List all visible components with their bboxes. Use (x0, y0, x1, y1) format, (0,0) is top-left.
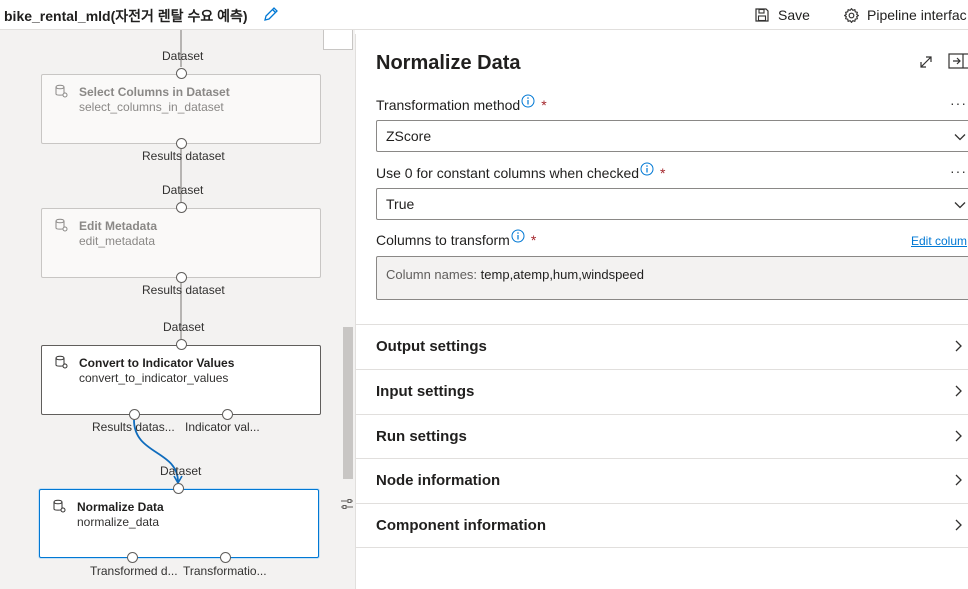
node-convert-to-indicator-values[interactable]: Convert to Indicator Values convert_to_i… (41, 345, 321, 415)
pipeline-title: bike_rental_mld(자전거 렌탈 수요 예측) (4, 8, 248, 24)
properties-panel: Normalize Data Transformation method * ·… (355, 34, 968, 589)
section-label: Node information (376, 472, 501, 489)
expand-icon[interactable] (918, 54, 934, 70)
info-icon[interactable] (521, 94, 535, 108)
panel-title: Normalize Data (376, 52, 521, 74)
floppy-disk-icon (755, 8, 769, 22)
constant-columns-text: Use 0 for constant columns when checked (376, 165, 640, 181)
more-options-icon[interactable]: ··· (950, 95, 967, 111)
chevron-right-icon (955, 519, 962, 531)
output-port[interactable] (222, 409, 233, 420)
port-label-input: Dataset (163, 320, 205, 334)
chevron-right-icon (955, 474, 962, 486)
pipeline-canvas[interactable]: Dataset Select Columns in Dataset select… (0, 30, 355, 589)
info-icon[interactable] (640, 162, 654, 176)
transformation-method-label: Transformation method * (376, 94, 547, 113)
columns-display: Column names: temp,atemp,hum,windspeed (376, 256, 968, 300)
constant-columns-dropdown[interactable]: True (376, 188, 968, 220)
section-input-settings[interactable]: Input settings (356, 369, 968, 414)
columns-to-transform-label: Columns to transform * (376, 229, 537, 248)
transformation-method-text: Transformation method (376, 97, 521, 113)
component-icon (55, 84, 68, 98)
port-label-output: Results dataset (142, 149, 225, 163)
columns-text: Column names: temp,atemp,hum,windspeed (386, 267, 644, 282)
section-label: Component information (376, 517, 546, 534)
section-output-settings[interactable]: Output settings (356, 324, 968, 369)
required-mark: * (660, 165, 666, 181)
section-run-settings[interactable]: Run settings (356, 414, 968, 459)
gear-icon (844, 7, 859, 23)
transformation-method-dropdown[interactable]: ZScore (376, 120, 968, 152)
pipeline-interface-label: Pipeline interfac (867, 7, 967, 23)
node-subtitle: convert_to_indicator_values (79, 371, 229, 385)
top-bar: bike_rental_mld(자전거 렌탈 수요 예측) Save Pipel… (0, 0, 968, 30)
node-title: Edit Metadata (79, 219, 158, 233)
node-title: Normalize Data (77, 500, 164, 514)
input-port[interactable] (176, 202, 187, 213)
save-button[interactable]: Save (754, 4, 810, 26)
more-options-icon[interactable]: ··· (950, 163, 967, 179)
port-label-input: Dataset (162, 183, 204, 197)
node-subtitle: normalize_data (77, 515, 160, 529)
section-component-information[interactable]: Component information (356, 503, 968, 548)
columns-to-transform-text: Columns to transform (376, 232, 510, 248)
section-label: Run settings (376, 428, 467, 445)
port-label-output: Transformatio... (183, 564, 267, 578)
section-label: Output settings (376, 338, 487, 355)
sliders-icon[interactable] (340, 497, 354, 511)
input-port[interactable] (176, 68, 187, 79)
pipeline-interface-button[interactable]: Pipeline interfac (843, 4, 967, 26)
required-mark: * (541, 97, 547, 113)
port-label-input: Dataset (160, 464, 202, 478)
chevron-right-icon (955, 430, 962, 442)
edit-columns-link[interactable]: Edit colum (911, 234, 967, 248)
component-icon (55, 355, 68, 369)
info-icon[interactable] (511, 229, 525, 243)
component-icon (53, 499, 66, 513)
output-port[interactable] (176, 272, 187, 283)
output-port[interactable] (176, 138, 187, 149)
port-label-output: Results datas... (92, 420, 175, 434)
output-port[interactable] (220, 552, 231, 563)
port-label-input: Dataset (162, 49, 204, 63)
node-subtitle: edit_metadata (79, 234, 156, 248)
canvas-scrollbar[interactable] (343, 327, 353, 479)
transformation-method-value: ZScore (386, 128, 432, 144)
component-icon (55, 218, 68, 232)
input-port[interactable] (176, 339, 187, 350)
columns-value: temp,atemp,hum,windspeed (480, 267, 644, 282)
node-subtitle: select_columns_in_dataset (79, 100, 224, 114)
node-normalize-data[interactable]: Normalize Data normalize_data (39, 489, 319, 558)
close-panel-icon[interactable] (948, 52, 968, 70)
node-edit-metadata[interactable]: Edit Metadata edit_metadata (41, 208, 321, 278)
chevron-down-icon (954, 202, 966, 209)
section-label: Input settings (376, 383, 475, 400)
constant-columns-value: True (386, 196, 415, 212)
node-title: Select Columns in Dataset (79, 85, 230, 99)
required-mark: * (530, 232, 537, 248)
input-port[interactable] (173, 483, 184, 494)
port-label-output: Results dataset (142, 283, 225, 297)
node-select-columns[interactable]: Select Columns in Dataset select_columns… (41, 74, 321, 144)
pencil-icon[interactable] (262, 5, 280, 23)
chevron-right-icon (955, 385, 962, 397)
chevron-right-icon (955, 340, 962, 352)
node-title: Convert to Indicator Values (79, 356, 235, 370)
port-label-output: Transformed d... (90, 564, 178, 578)
output-port[interactable] (127, 552, 138, 563)
section-node-information[interactable]: Node information (356, 458, 968, 503)
output-port[interactable] (129, 409, 140, 420)
constant-columns-label: Use 0 for constant columns when checked … (376, 162, 666, 181)
chevron-down-icon (954, 134, 966, 141)
save-label: Save (778, 7, 810, 23)
port-label-output: Indicator val... (185, 420, 260, 434)
columns-prefix: Column names: (386, 267, 478, 282)
